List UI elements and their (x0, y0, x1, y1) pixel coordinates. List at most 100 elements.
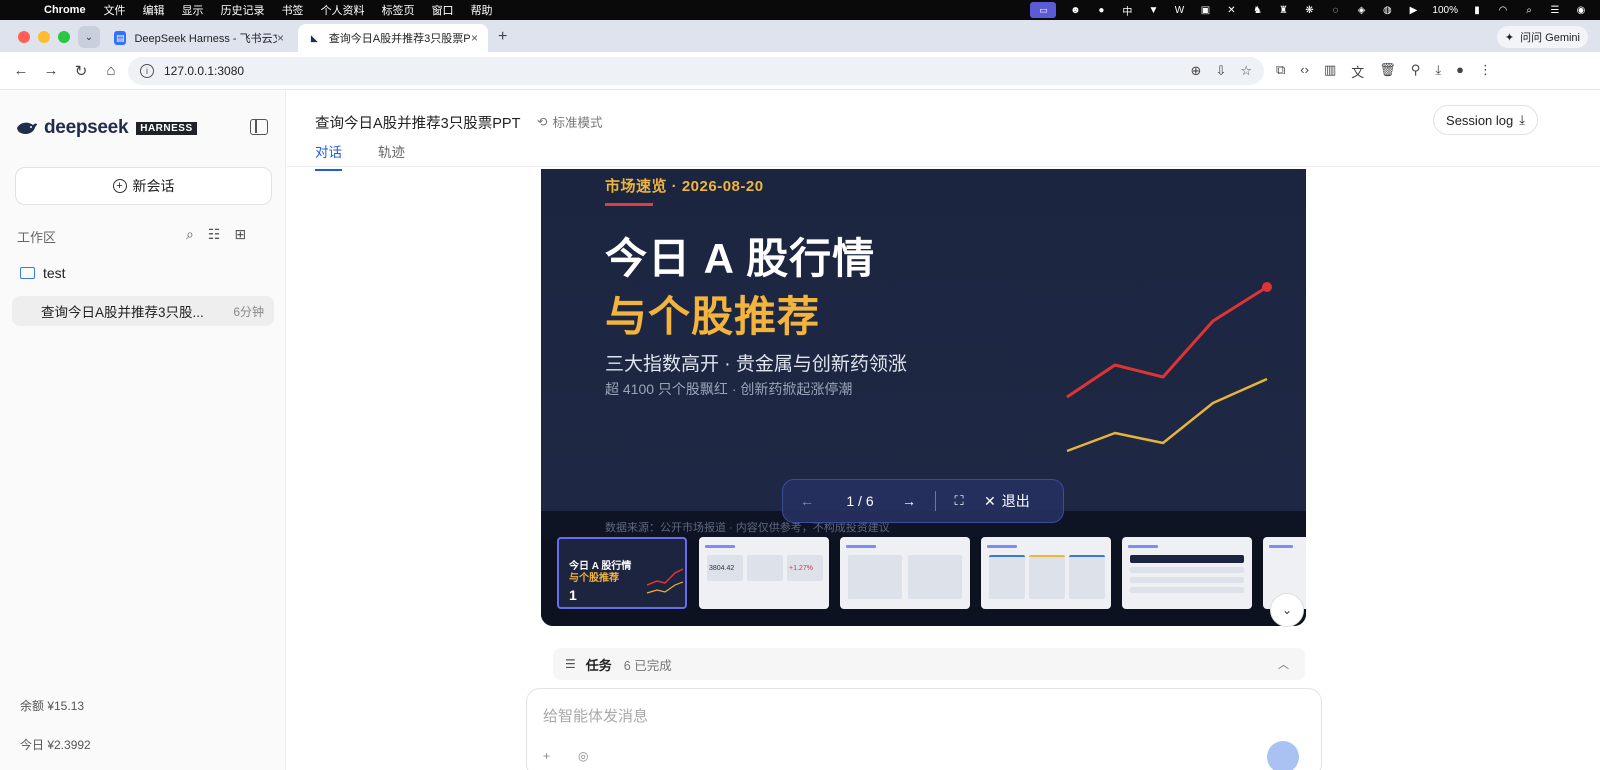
thumb-card (848, 555, 902, 599)
translate-icon[interactable]: 文 (1351, 62, 1364, 81)
new-chat-button[interactable]: + 新会话 (15, 167, 272, 205)
bookmark-star-icon[interactable]: ☆ (1240, 63, 1252, 79)
menu-file[interactable]: 文件 (104, 2, 126, 18)
zoom-window-button[interactable] (58, 31, 70, 43)
thumb-bar (705, 545, 735, 548)
profile-avatar-icon[interactable]: ● (1456, 62, 1464, 81)
thumb-table-row (1130, 567, 1244, 573)
menu-view[interactable]: 显示 (182, 2, 204, 18)
ask-gemini-button[interactable]: ✦ 问问 Gemini (1496, 26, 1588, 48)
new-folder-icon[interactable]: ⊞ (234, 226, 246, 243)
thumbnail-3[interactable] (840, 537, 970, 609)
capcut-icon[interactable]: ✕ (1224, 4, 1238, 16)
filter-sliders-icon[interactable]: ☷ (208, 226, 221, 243)
site-info-icon[interactable]: i (140, 64, 154, 78)
close-window-button[interactable] (18, 31, 30, 43)
menu-bookmarks[interactable]: 书签 (282, 2, 304, 18)
new-tab-icon[interactable]: + (498, 28, 507, 46)
clipboard-icon[interactable]: ◈ (1354, 4, 1368, 16)
control-center-icon[interactable]: ☰ (1548, 4, 1562, 16)
conversation-item[interactable]: 查询今日A股并推荐3只股... 6分钟 (12, 296, 274, 326)
address-bar[interactable]: i 127.0.0.1:3080 ⊕ ⇩ ☆ (128, 57, 1264, 85)
wechat-icon[interactable]: ◍ (1380, 4, 1394, 16)
menu-edit[interactable]: 编辑 (143, 2, 165, 18)
send-button[interactable] (1267, 741, 1299, 770)
devtools-code-icon[interactable]: ‹› (1300, 62, 1309, 81)
menu-window[interactable]: 窗口 (432, 2, 454, 18)
menu-history[interactable]: 历史记录 (221, 2, 265, 18)
input-method-icon[interactable]: 中 (1120, 4, 1134, 18)
thumb-card (1029, 555, 1065, 599)
siri-icon[interactable]: ◉ (1574, 4, 1588, 16)
page-title: 查询今日A股并推荐3只股票PPT (315, 116, 521, 132)
cat-icon[interactable]: ♞ (1250, 4, 1264, 16)
menu-profiles[interactable]: 个人资料 (321, 2, 365, 18)
thumbnail-5[interactable] (1122, 537, 1252, 609)
scroll-down-button[interactable]: ⌄ (1270, 593, 1304, 627)
home-icon[interactable]: ⌂ (96, 62, 126, 79)
pin-icon[interactable]: ⚲ (1411, 62, 1421, 81)
chat-bubble-icon[interactable]: ◌ (1328, 4, 1342, 16)
thumbnail-4[interactable] (981, 537, 1111, 609)
wifi-icon[interactable]: ◠ (1496, 4, 1510, 16)
tools-icon[interactable]: ◎ (578, 749, 588, 763)
composer-placeholder[interactable]: 给智能体发消息 (543, 705, 648, 726)
thumbnail-1[interactable]: 今日 A 股行情 与个股推荐 1 (557, 537, 687, 609)
controls-divider (935, 491, 936, 511)
battery-icon[interactable]: ▮ (1470, 4, 1484, 16)
browser-toolbar: ← → ↻ ⌂ i 127.0.0.1:3080 ⊕ ⇩ ☆ ⧉ ‹› ▥ 文 … (0, 52, 1600, 90)
tasks-count: 6 已完成 (623, 658, 672, 673)
minimize-window-button[interactable] (38, 31, 50, 43)
workspace-folder[interactable]: test (20, 265, 66, 281)
thumb-bar (1128, 545, 1158, 548)
face-icon[interactable]: ☻ (1068, 4, 1082, 16)
search-icon[interactable]: ⌕ (186, 226, 194, 243)
url-text[interactable]: 127.0.0.1:3080 (164, 64, 244, 78)
tab-ppt-query[interactable]: ◣ 查询今日A股并推荐3只股票PPT × (298, 24, 488, 52)
chevron-up-icon[interactable]: ︿ (1278, 656, 1289, 672)
download-icon[interactable]: ⤓ (1435, 62, 1441, 81)
exit-button[interactable]: ✕ 退出 (984, 491, 1030, 511)
mic-icon[interactable]: ● (1094, 4, 1108, 16)
back-icon[interactable]: ← (6, 62, 36, 79)
deepseek-logo[interactable]: deepseek HARNESS (16, 117, 197, 139)
menu-help[interactable]: 帮助 (471, 2, 493, 18)
thumbnail-2[interactable]: 3804.42 +1.27% (699, 537, 829, 609)
close-tab-icon[interactable]: × (471, 31, 478, 45)
forward-icon[interactable]: → (36, 62, 66, 79)
session-log-button[interactable]: Session log ⤓ (1433, 105, 1538, 135)
bottle-icon[interactable]: ♜ (1276, 4, 1290, 16)
wps-icon[interactable]: W (1172, 4, 1186, 16)
zoom-icon[interactable]: ⊕ (1191, 63, 1202, 79)
task-list-icon: ☰ (565, 657, 576, 671)
attach-icon[interactable]: + (543, 749, 550, 763)
menu-tabs[interactable]: 标签页 (382, 2, 415, 18)
screen-record-icon[interactable]: ▭ (1030, 2, 1057, 18)
sidepanel-icon[interactable]: ▥ (1324, 62, 1336, 81)
next-slide-icon[interactable]: → (889, 493, 929, 509)
reload-icon[interactable]: ↻ (66, 62, 96, 80)
thumbnail-strip: 今日 A 股行情 与个股推荐 1 3804.42 +1.27% (541, 537, 1306, 626)
more-menu-icon[interactable]: ⋮ (1479, 62, 1492, 81)
install-app-icon[interactable]: ⇩ (1215, 63, 1226, 79)
collapse-sidebar-icon[interactable] (250, 119, 268, 135)
extensions-icon[interactable]: ⧉ (1276, 62, 1285, 81)
prev-slide-icon[interactable]: ← (783, 493, 831, 509)
trash-icon[interactable]: 🗑 (1379, 62, 1396, 81)
openai-icon[interactable]: ❋ (1302, 4, 1316, 16)
search-icon[interactable]: ⌕ (1522, 4, 1536, 16)
tab-search-button[interactable]: ⌄ (78, 26, 100, 48)
menubar-app-name[interactable]: Chrome (44, 4, 86, 16)
shirt-icon[interactable]: ▼ (1146, 4, 1160, 16)
plus-circle-icon: + (112, 179, 127, 193)
bilibili-icon[interactable]: ▣ (1198, 4, 1212, 16)
close-tab-icon[interactable]: × (277, 31, 284, 45)
fullscreen-icon[interactable]: ⛶ (946, 493, 972, 509)
play-icon[interactable]: ▶ (1406, 4, 1420, 16)
feishu-doc-icon: ▤ (114, 31, 127, 45)
tasks-summary[interactable]: ☰ 任务 6 已完成 ︿ (553, 648, 1305, 680)
trend-line-red (1066, 285, 1268, 399)
mode-indicator[interactable]: ⟲ 标准模式 (537, 112, 603, 131)
message-composer[interactable]: 给智能体发消息 + ◎ (526, 688, 1322, 770)
tab-feishu-doc[interactable]: ▤ DeepSeek Harness - 飞书云文档 × (104, 24, 294, 52)
